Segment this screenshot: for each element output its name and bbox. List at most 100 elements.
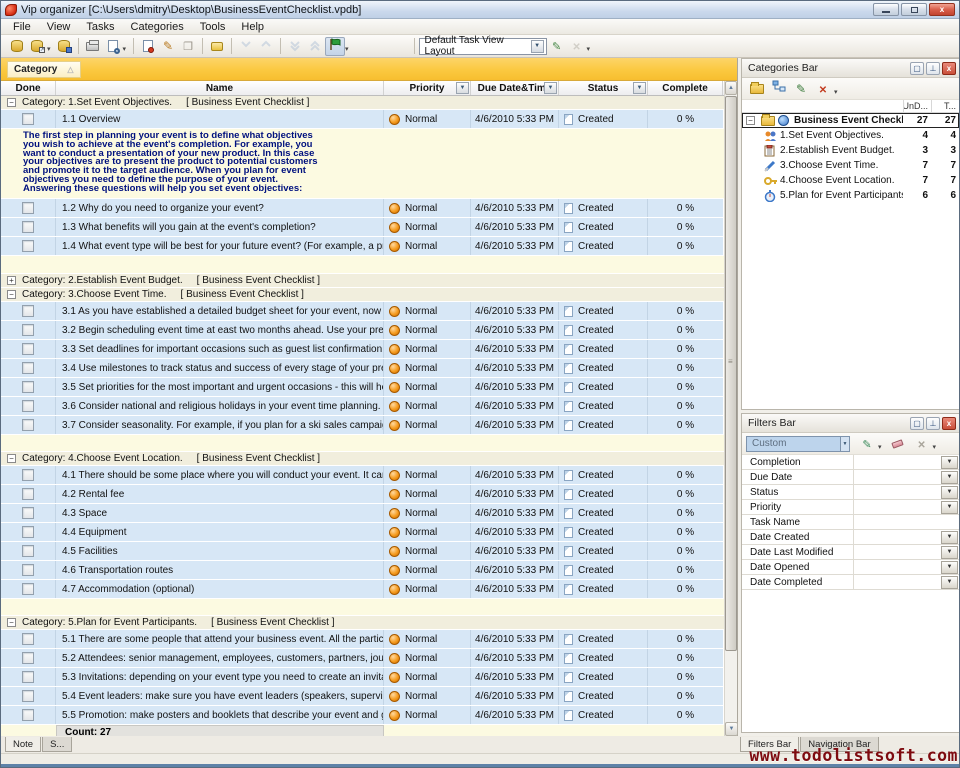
panel-close-icon[interactable]: x <box>942 62 956 75</box>
task-checkbox[interactable] <box>22 652 34 664</box>
task-row[interactable]: 4.1 There should be some place where you… <box>1 466 737 484</box>
menu-item-tasks[interactable]: Tasks <box>78 20 122 34</box>
total-column-header[interactable]: T... <box>931 100 959 112</box>
category-tree-item[interactable]: 1.Set Event Objectives.44 <box>742 128 959 143</box>
layout-combo[interactable]: Default Task View Layout▼ <box>419 38 547 55</box>
filter-dropdown-icon[interactable]: ▼ <box>941 546 958 559</box>
collapse-icon[interactable]: − <box>7 454 16 463</box>
combo-dropdown-icon[interactable]: ▼ <box>840 437 849 451</box>
filter-dropdown-icon[interactable]: ▼ <box>941 561 958 574</box>
category-tree-item[interactable]: −Business Event Checklist2727 <box>742 113 959 128</box>
panel-pin-icon[interactable]: ⊥ <box>926 62 940 75</box>
clear-filter-button[interactable]: ✕ <box>911 435 933 453</box>
task-row[interactable]: 4.2 Rental feeNormal4/6/2010 5:33 PMCrea… <box>1 485 737 503</box>
dropdown-caret-icon[interactable]: ▾ <box>587 45 591 53</box>
task-checkbox[interactable] <box>22 381 34 393</box>
task-row[interactable]: 3.6 Consider national and religious holi… <box>1 397 737 415</box>
filter-dropdown-icon[interactable]: ▼ <box>941 501 958 514</box>
tab-s[interactable]: S... <box>42 737 72 752</box>
task-checkbox[interactable] <box>22 419 34 431</box>
task-checkbox[interactable] <box>22 343 34 355</box>
menu-item-categories[interactable]: Categories <box>123 20 192 34</box>
filter-value-field[interactable] <box>854 485 941 499</box>
move-down-button[interactable] <box>236 37 256 56</box>
scroll-down-arrow[interactable]: ▼ <box>725 722 738 736</box>
task-checkbox[interactable] <box>22 507 34 519</box>
move-up-button[interactable] <box>256 37 276 56</box>
task-checkbox[interactable] <box>22 221 34 233</box>
filter-dropdown-icon[interactable]: ▼ <box>941 456 958 469</box>
column-header-status[interactable]: Status▼ <box>559 81 648 95</box>
group-by-category-chip[interactable]: Category △ <box>7 61 81 78</box>
column-filter-dropdown-icon[interactable]: ▼ <box>544 82 557 94</box>
vertical-scrollbar[interactable]: ▲ ▼ <box>724 81 737 736</box>
dropdown-caret-icon[interactable]: ▾ <box>878 443 882 451</box>
task-row[interactable]: 5.3 Invitations: depending on your event… <box>1 668 737 686</box>
menu-item-file[interactable]: File <box>5 20 39 34</box>
duplicate-task-button[interactable]: ❐ <box>178 37 198 56</box>
panel-pin-icon[interactable]: ⊥ <box>926 417 940 430</box>
task-checkbox[interactable] <box>22 113 34 125</box>
column-header-due-date-time[interactable]: Due Date&Time▼ <box>471 81 559 95</box>
filter-dropdown-icon[interactable]: ▼ <box>941 576 958 589</box>
filter-dropdown-icon[interactable]: ▼ <box>941 471 958 484</box>
print-button[interactable] <box>83 37 103 56</box>
task-checkbox[interactable] <box>22 583 34 595</box>
move-to-top-button[interactable] <box>305 37 325 56</box>
task-row[interactable]: 3.7 Consider seasonality. For example, i… <box>1 416 737 434</box>
close-button[interactable]: x <box>929 3 955 16</box>
open-database-button[interactable]: ↗ <box>27 37 47 56</box>
save-database-button[interactable] <box>54 37 74 56</box>
eraser-button[interactable] <box>887 435 909 453</box>
task-checkbox[interactable] <box>22 545 34 557</box>
task-row[interactable]: 4.3 SpaceNormal4/6/2010 5:33 PMCreated0 … <box>1 504 737 522</box>
filter-value-field[interactable] <box>854 470 941 484</box>
task-row[interactable]: 4.6 Transportation routesNormal4/6/2010 … <box>1 561 737 579</box>
task-row[interactable]: 4.7 Accommodation (optional)Normal4/6/20… <box>1 580 737 598</box>
combo-dropdown-icon[interactable]: ▼ <box>531 40 544 53</box>
task-checkbox[interactable] <box>22 488 34 500</box>
task-checkbox[interactable] <box>22 362 34 374</box>
dropdown-caret-icon[interactable]: ▾ <box>834 88 838 96</box>
task-row[interactable]: 3.1 As you have established a detailed b… <box>1 302 737 320</box>
task-view-flag-button[interactable] <box>325 37 345 56</box>
expand-icon[interactable]: + <box>7 276 16 285</box>
add-category-button[interactable] <box>746 80 768 98</box>
task-row[interactable]: 5.4 Event leaders: make sure you have ev… <box>1 687 737 705</box>
dropdown-caret-icon[interactable]: ▾ <box>345 45 349 53</box>
move-to-bottom-button[interactable] <box>285 37 305 56</box>
filter-value-field[interactable] <box>854 560 941 574</box>
filter-pen-button[interactable]: ✎ <box>856 435 878 453</box>
task-checkbox[interactable] <box>22 690 34 702</box>
task-checkbox[interactable] <box>22 400 34 412</box>
task-checkbox[interactable] <box>22 671 34 683</box>
filter-value-field[interactable] <box>854 455 941 469</box>
delete-layout-button[interactable]: ✕ <box>567 37 587 56</box>
category-tree-item[interactable]: 4.Choose Event Location.77 <box>742 173 959 188</box>
column-header-complete[interactable]: Complete <box>648 81 723 95</box>
task-row[interactable]: 3.5 Set priorities for the most importan… <box>1 378 737 396</box>
task-checkbox[interactable] <box>22 526 34 538</box>
filter-value-field[interactable] <box>854 545 941 559</box>
task-row[interactable]: 1.2 Why do you need to organize your eve… <box>1 199 737 217</box>
task-checkbox[interactable] <box>22 240 34 252</box>
category-group-row[interactable]: −Category: 5.Plan for Event Participants… <box>1 616 737 629</box>
panel-restore-icon[interactable]: ▢ <box>910 417 924 430</box>
task-row[interactable]: 3.2 Begin scheduling event time at east … <box>1 321 737 339</box>
category-group-row[interactable]: −Category: 3.Choose Event Time.[ Busines… <box>1 288 737 301</box>
scroll-up-arrow[interactable]: ▲ <box>725 81 737 95</box>
collapse-icon[interactable]: − <box>7 290 16 299</box>
add-subcategory-button[interactable] <box>768 80 790 98</box>
task-row[interactable]: 3.3 Set deadlines for important occasion… <box>1 340 737 358</box>
column-header-name[interactable]: Name <box>56 81 384 95</box>
menu-item-tools[interactable]: Tools <box>192 20 234 34</box>
undone-column-header[interactable]: UnD... <box>903 100 931 112</box>
task-checkbox[interactable] <box>22 202 34 214</box>
task-row[interactable]: 1.3 What benefits will you gain at the e… <box>1 218 737 236</box>
tab-note[interactable]: Note <box>5 737 41 752</box>
category-group-row[interactable]: −Category: 4.Choose Event Location.[ Bus… <box>1 452 737 465</box>
edit-task-button[interactable]: ✎ <box>158 37 178 56</box>
task-row[interactable]: 5.2 Attendees: senior management, employ… <box>1 649 737 667</box>
menu-item-help[interactable]: Help <box>233 20 272 34</box>
filter-value-field[interactable] <box>854 515 959 529</box>
